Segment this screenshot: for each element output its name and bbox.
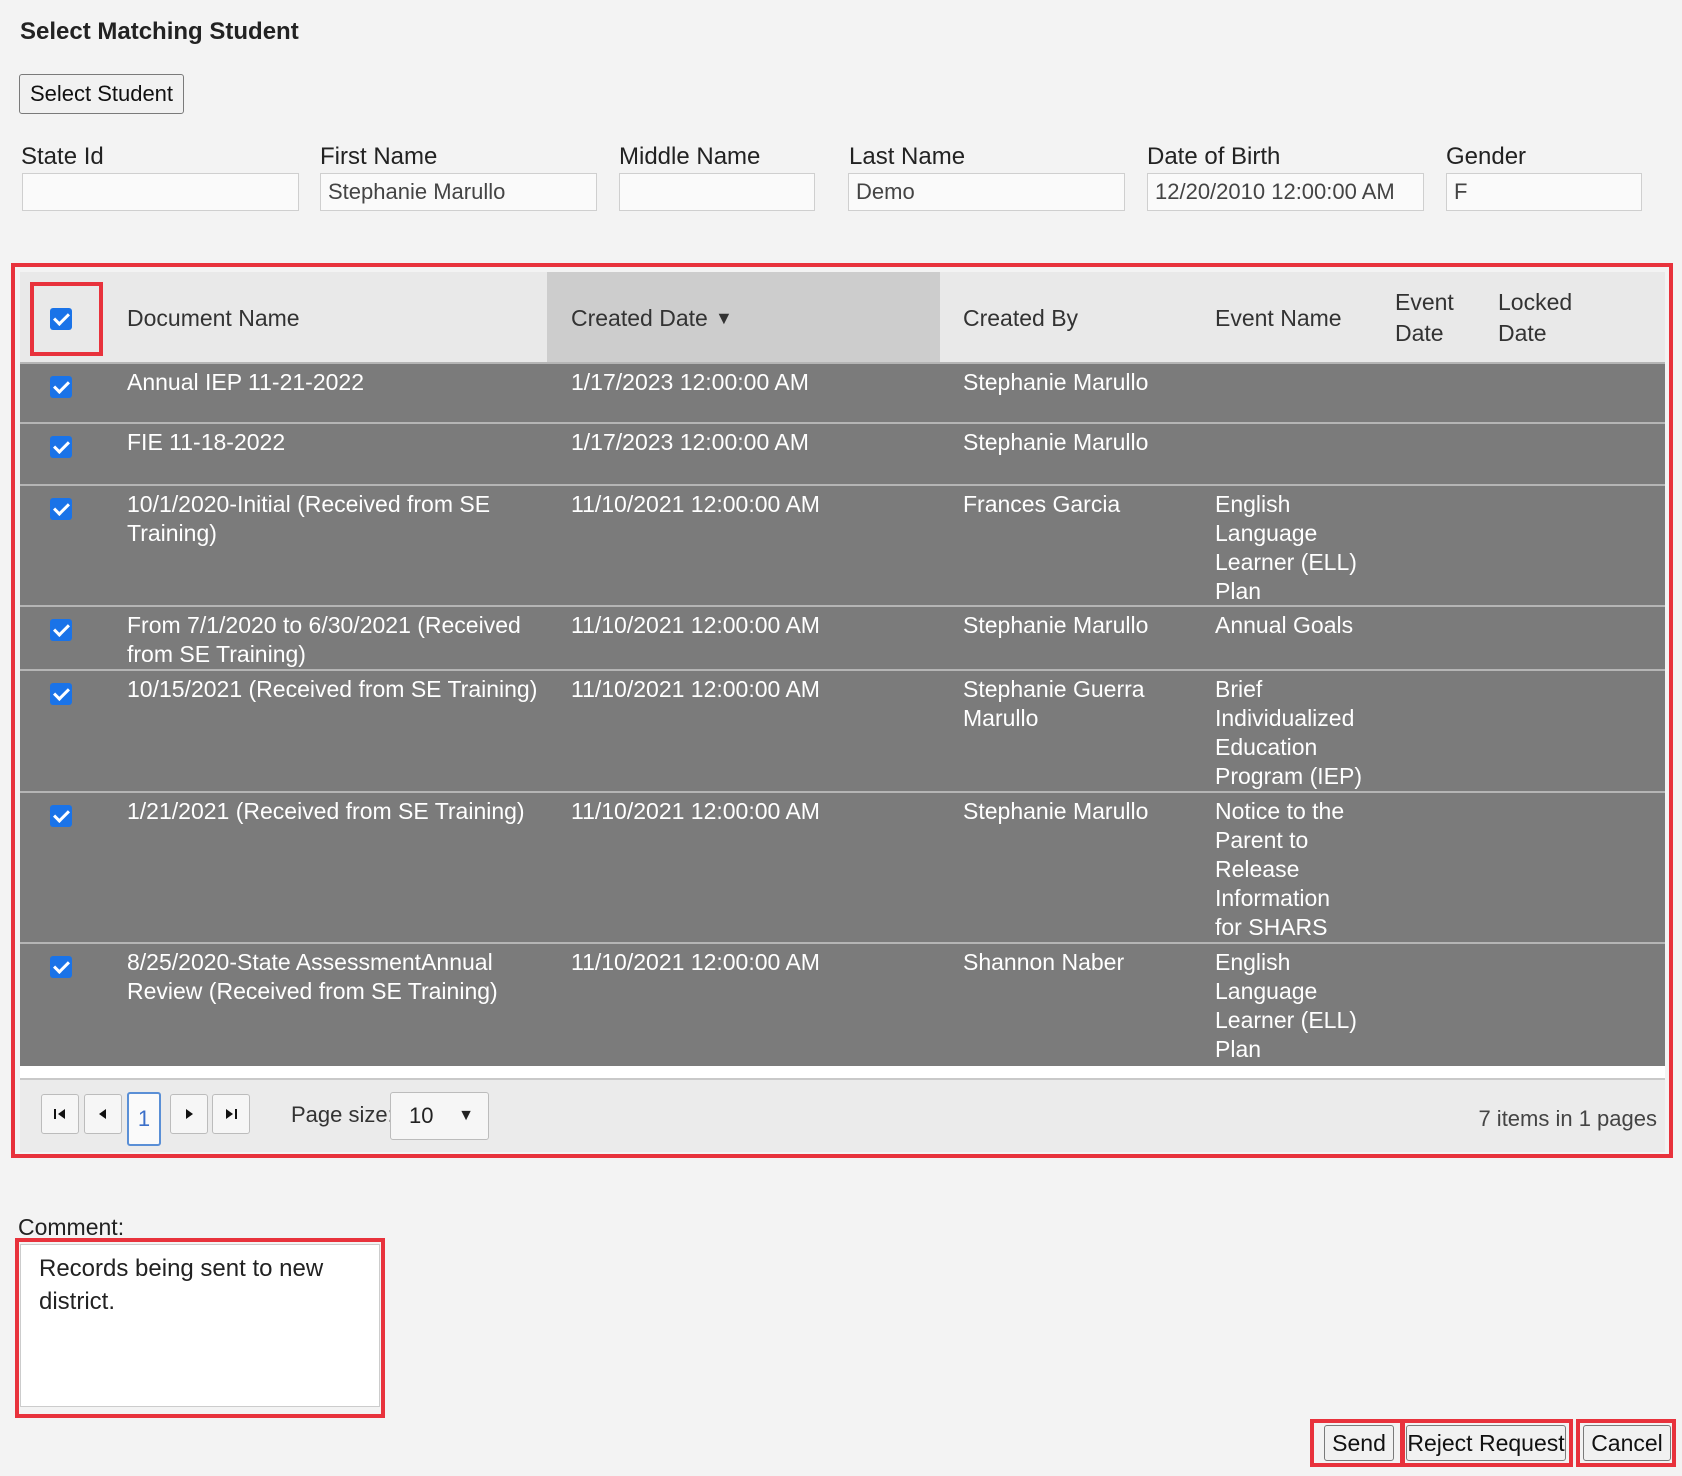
cell-created-by: Stephanie Marullo (963, 369, 1149, 395)
cell-created-by: Stephanie Marullo (963, 429, 1149, 455)
cell-created-date: 11/10/2021 12:00:00 AM (571, 676, 820, 702)
middle-name-label: Middle Name (619, 143, 761, 170)
cell-event-name: English Language Learner (ELL) Plan (1215, 491, 1357, 604)
row-checkbox[interactable] (50, 956, 72, 978)
column-event-date-line1: Event (1395, 289, 1454, 315)
gender-label: Gender (1446, 143, 1527, 170)
row-checkbox[interactable] (50, 376, 72, 398)
cell-document-name: From 7/1/2020 to 6/30/2021 (Received fro… (127, 612, 521, 667)
first-name-field[interactable]: Stephanie Marullo (320, 173, 597, 211)
reject-request-button[interactable]: Reject Request (1406, 1425, 1566, 1461)
last-page-icon (226, 1109, 237, 1119)
previous-page-button[interactable] (84, 1094, 122, 1134)
column-created-date-label: Created Date (571, 305, 708, 331)
row-checkbox[interactable] (50, 805, 72, 827)
row-checkbox[interactable] (50, 436, 72, 458)
comment-textarea[interactable]: Records being sent to new district. (20, 1244, 380, 1407)
cell-created-by: Shannon Naber (963, 949, 1125, 975)
column-created-date[interactable]: Created Date ▼ (547, 272, 940, 362)
table-row[interactable]: 10/15/2021 (Received from SE Training) 1… (20, 669, 1665, 791)
cell-created-date: 11/10/2021 12:00:00 AM (571, 612, 820, 638)
first-name-label: First Name (320, 143, 438, 170)
last-name-label: Last Name (849, 143, 966, 170)
next-page-button[interactable] (170, 1094, 208, 1134)
cell-created-by: Frances Garcia (963, 491, 1121, 517)
chevron-down-icon: ▼ (458, 1107, 474, 1124)
cancel-button[interactable]: Cancel (1583, 1425, 1671, 1461)
middle-name-field[interactable] (619, 173, 815, 211)
table-row[interactable]: 1/21/2021 (Received from SE Training) 11… (20, 791, 1665, 942)
sort-descending-icon: ▼ (715, 308, 733, 328)
cell-document-name: Annual IEP 11-21-2022 (127, 369, 364, 395)
page-size-label: Page size: (291, 1102, 394, 1127)
column-event-date-line2: Date (1395, 320, 1444, 346)
column-locked-date-line2: Date (1498, 320, 1547, 346)
cell-document-name: 10/15/2021 (Received from SE Training) (127, 676, 538, 702)
last-name-field[interactable]: Demo (848, 173, 1125, 211)
state-id-field[interactable] (22, 173, 299, 211)
date-of-birth-label: Date of Birth (1147, 143, 1281, 170)
state-id-label: State Id (21, 143, 104, 170)
cell-created-date: 1/17/2023 12:00:00 AM (571, 429, 809, 455)
page-size-select[interactable]: 10 ▼ (390, 1092, 489, 1140)
previous-page-icon (99, 1109, 106, 1119)
column-event-date[interactable]: Event Date (1395, 287, 1454, 349)
page-title: Select Matching Student (20, 18, 299, 45)
select-all-checkbox[interactable] (50, 308, 72, 330)
row-checkbox[interactable] (50, 619, 72, 641)
cell-created-by: Stephanie Guerra Marullo (963, 676, 1145, 731)
column-created-by[interactable]: Created By (963, 303, 1078, 334)
cell-created-date: 11/10/2021 12:00:00 AM (571, 491, 820, 517)
cell-document-name: 1/21/2021 (Received from SE Training) (127, 798, 525, 824)
pager-info: 7 items in 1 pages (1478, 1106, 1657, 1131)
cell-created-by: Stephanie Marullo (963, 612, 1149, 638)
next-page-icon (186, 1109, 193, 1119)
cell-document-name: FIE 11-18-2022 (127, 429, 286, 455)
first-page-icon (54, 1109, 65, 1119)
cell-created-date: 11/10/2021 12:00:00 AM (571, 949, 820, 975)
column-locked-date[interactable]: Locked Date (1498, 287, 1572, 349)
grid-header: Document Name Created Date ▼ Created By … (20, 272, 1665, 363)
gender-field[interactable]: F (1446, 173, 1642, 211)
cell-created-date: 1/17/2023 12:00:00 AM (571, 369, 809, 395)
column-locked-date-line1: Locked (1498, 289, 1573, 315)
cell-event-name: Brief Individualized Education Program (… (1215, 676, 1362, 789)
cell-document-name: 10/1/2020-Initial (Received from SE Trai… (127, 491, 491, 546)
table-row[interactable]: From 7/1/2020 to 6/30/2021 (Received fro… (20, 605, 1665, 669)
first-page-button[interactable] (41, 1094, 79, 1134)
column-document-name[interactable]: Document Name (127, 303, 300, 334)
page-number-current[interactable]: 1 (127, 1092, 161, 1146)
cell-document-name: 8/25/2020-State AssessmentAnnual Review … (127, 949, 498, 1004)
last-page-button[interactable] (212, 1094, 250, 1134)
row-checkbox[interactable] (50, 683, 72, 705)
column-event-name[interactable]: Event Name (1215, 303, 1342, 334)
table-row[interactable]: 10/1/2020-Initial (Received from SE Trai… (20, 484, 1665, 605)
page-size-value: 10 (409, 1103, 434, 1128)
table-row[interactable]: 8/25/2020-State AssessmentAnnual Review … (20, 942, 1665, 1066)
cell-created-by: Stephanie Marullo (963, 798, 1149, 824)
grid-pager: 1 Page size: 10 ▼ 7 items in 1 pages (20, 1078, 1665, 1152)
date-of-birth-field[interactable]: 12/20/2010 12:00:00 AM (1147, 173, 1424, 211)
table-row[interactable]: Annual IEP 11-21-2022 1/17/2023 12:00:00… (20, 362, 1665, 422)
cell-event-name: Annual Goals (1215, 612, 1354, 638)
send-button[interactable]: Send (1324, 1425, 1394, 1461)
cell-event-name: Notice to the Parent to Release Informat… (1215, 798, 1345, 940)
select-student-button[interactable]: Select Student (19, 74, 184, 114)
row-checkbox[interactable] (50, 498, 72, 520)
documents-grid: Document Name Created Date ▼ Created By … (20, 272, 1665, 1152)
cell-event-name: English Language Learner (ELL) Plan (1215, 949, 1357, 1062)
comment-label: Comment: (18, 1214, 125, 1240)
table-row[interactable]: FIE 11-18-2022 1/17/2023 12:00:00 AM Ste… (20, 422, 1665, 484)
cell-created-date: 11/10/2021 12:00:00 AM (571, 798, 820, 824)
